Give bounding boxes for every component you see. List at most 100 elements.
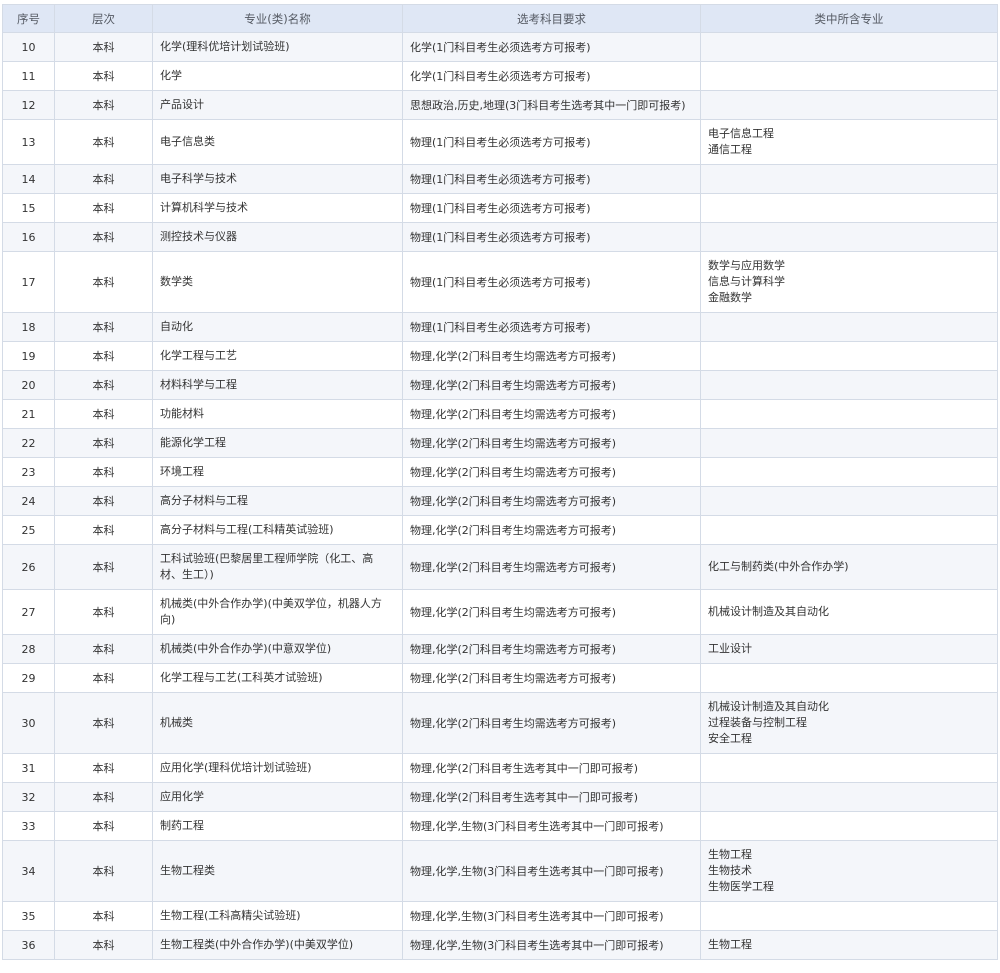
row-included-majors: 化工与制药类(中外合作办学) (700, 544, 998, 590)
included-major: 电子信息工程 (708, 127, 774, 140)
row-level: 本科 (54, 692, 153, 754)
included-major: 生物工程 (708, 938, 752, 951)
row-included-majors: 生物工程 生物技术 生物医学工程 (700, 840, 998, 902)
row-included-majors: 机械设计制造及其自动化 (700, 589, 998, 635)
table-row: 21 本科 功能材料 物理,化学(2门科目考生均需选考方可报考) (2, 399, 998, 429)
included-major: 过程装备与控制工程 (708, 716, 807, 729)
table-row: 24 本科 高分子材料与工程 物理,化学(2门科目考生均需选考方可报考) (2, 486, 998, 516)
row-number: 22 (2, 428, 55, 458)
row-subject-requirement: 物理,化学(2门科目考生均需选考方可报考) (402, 428, 701, 458)
table-row: 12 本科 产品设计 思想政治,历史,地理(3门科目考生选考其中一门即可报考) (2, 90, 998, 120)
row-included-majors: 工业设计 (700, 634, 998, 664)
row-level: 本科 (54, 840, 153, 902)
row-number: 30 (2, 692, 55, 754)
row-major-name: 功能材料 (152, 399, 403, 429)
row-subject-requirement: 物理,化学(2门科目考生选考其中一门即可报考) (402, 782, 701, 812)
included-major: 安全工程 (708, 732, 752, 745)
row-subject-requirement: 物理,化学,生物(3门科目考生选考其中一门即可报考) (402, 901, 701, 931)
row-subject-requirement: 物理(1门科目考生必须选考方可报考) (402, 164, 701, 194)
row-major-name: 高分子材料与工程 (152, 486, 403, 516)
major-name-text: 机械类 (160, 716, 193, 729)
row-subject-requirement: 物理,化学(2门科目考生均需选考方可报考) (402, 515, 701, 545)
major-name-text: 电子信息类 (160, 135, 215, 148)
row-included-majors (700, 90, 998, 120)
major-requirements-table: 序号 层次 专业(类)名称 选考科目要求 类中所含专业 10 本科 化学(理科优培计… (2, 4, 998, 960)
row-number: 35 (2, 901, 55, 931)
row-subject-requirement: 物理,化学(2门科目考生均需选考方可报考) (402, 589, 701, 635)
row-included-majors (700, 515, 998, 545)
major-name-text: 产品设计 (160, 98, 204, 111)
row-number: 19 (2, 341, 55, 371)
row-major-name: 机械类(中外合作办学)(中意双学位) (152, 634, 403, 664)
table-row: 31 本科 应用化学(理科优培计划试验班) 物理,化学(2门科目考生选考其中一门即可报… (2, 753, 998, 783)
row-major-name: 数学类 (152, 251, 403, 313)
row-included-majors (700, 428, 998, 458)
row-subject-requirement: 物理,化学,生物(3门科目考生选考其中一门即可报考) (402, 930, 701, 960)
row-number: 21 (2, 399, 55, 429)
row-included-majors (700, 222, 998, 252)
header-num: 序号 (2, 4, 55, 33)
row-number: 13 (2, 119, 55, 165)
row-included-majors (700, 341, 998, 371)
row-subject-requirement: 物理(1门科目考生必须选考方可报考) (402, 193, 701, 223)
row-major-name: 自动化 (152, 312, 403, 342)
table-row: 32 本科 应用化学 物理,化学(2门科目考生选考其中一门即可报考) (2, 782, 998, 812)
row-major-name: 化学工程与工艺 (152, 341, 403, 371)
row-level: 本科 (54, 930, 153, 960)
row-subject-requirement: 物理,化学(2门科目考生均需选考方可报考) (402, 634, 701, 664)
major-name-text: 机械类(中外合作办学)(中美双学位，机器人方向) (160, 597, 382, 626)
row-number: 33 (2, 811, 55, 841)
row-number: 25 (2, 515, 55, 545)
row-level: 本科 (54, 90, 153, 120)
row-major-name: 机械类(中外合作办学)(中美双学位，机器人方向) (152, 589, 403, 635)
row-included-majors: 数学与应用数学 信息与计算科学 金融数学 (700, 251, 998, 313)
row-major-name: 计算机科学与技术 (152, 193, 403, 223)
page: 序号 层次 专业(类)名称 选考科目要求 类中所含专业 10 本科 化学(理科优培计… (0, 4, 1000, 973)
row-number: 20 (2, 370, 55, 400)
row-level: 本科 (54, 399, 153, 429)
row-level: 本科 (54, 312, 153, 342)
major-name-text: 高分子材料与工程(工科精英试验班) (160, 523, 334, 536)
table-row: 20 本科 材料科学与工程 物理,化学(2门科目考生均需选考方可报考) (2, 370, 998, 400)
major-name-text: 高分子材料与工程 (160, 494, 248, 507)
row-included-majors (700, 164, 998, 194)
table-row: 30 本科 机械类 物理,化学(2门科目考生均需选考方可报考) 机械设计制造及其自动化过… (2, 692, 998, 754)
major-name-text: 机械类(中外合作办学)(中意双学位) (160, 642, 332, 655)
row-included-majors (700, 193, 998, 223)
major-name-text: 环境工程 (160, 465, 204, 478)
table-row: 11 本科 化学 化学(1门科目考生必须选考方可报考) (2, 61, 998, 91)
row-level: 本科 (54, 251, 153, 313)
row-major-name: 能源化学工程 (152, 428, 403, 458)
row-number: 14 (2, 164, 55, 194)
major-name-text: 测控技术与仪器 (160, 230, 237, 243)
table-body: 10 本科 化学(理科优培计划试验班) 化学(1门科目考生必须选考方可报考) 11 本科化… (2, 32, 998, 960)
row-major-name: 化学(理科优培计划试验班) (152, 32, 403, 62)
row-major-name: 高分子材料与工程(工科精英试验班) (152, 515, 403, 545)
row-level: 本科 (54, 164, 153, 194)
major-name-text: 电子科学与技术 (160, 172, 237, 185)
table-row: 27 本科 机械类(中外合作办学)(中美双学位，机器人方向) 物理,化学(2门科目考生… (2, 589, 998, 635)
table-header-row: 序号 层次 专业(类)名称 选考科目要求 类中所含专业 (2, 4, 998, 33)
row-major-name: 生物工程类 (152, 840, 403, 902)
table-row: 19 本科 化学工程与工艺 物理,化学(2门科目考生均需选考方可报考) (2, 341, 998, 371)
row-included-majors (700, 32, 998, 62)
row-major-name: 应用化学(理科优培计划试验班) (152, 753, 403, 783)
row-included-majors (700, 370, 998, 400)
included-major: 机械设计制造及其自动化 (708, 605, 829, 618)
row-number: 27 (2, 589, 55, 635)
row-level: 本科 (54, 634, 153, 664)
row-level: 本科 (54, 663, 153, 693)
row-level: 本科 (54, 193, 153, 223)
row-major-name: 材料科学与工程 (152, 370, 403, 400)
major-name-text: 应用化学(理科优培计划试验班) (160, 761, 312, 774)
header-level: 层次 (54, 4, 153, 33)
table-row: 36 本科 生物工程类(中外合作办学)(中美双学位) 物理,化学,生物(3门科目考生选… (2, 930, 998, 960)
row-number: 11 (2, 61, 55, 91)
major-name-text: 化学(理科优培计划试验班) (160, 40, 290, 53)
table-row: 17 本科 数学类 物理(1门科目考生必须选考方可报考) 数学与应用数学 信息与计算科学金… (2, 251, 998, 313)
included-major: 化工与制药类(中外合作办学) (708, 560, 849, 573)
row-included-majors: 生物工程 (700, 930, 998, 960)
row-included-majors (700, 753, 998, 783)
major-name-text: 制药工程 (160, 819, 204, 832)
table-row: 15 本科 计算机科学与技术 物理(1门科目考生必须选考方可报考) (2, 193, 998, 223)
